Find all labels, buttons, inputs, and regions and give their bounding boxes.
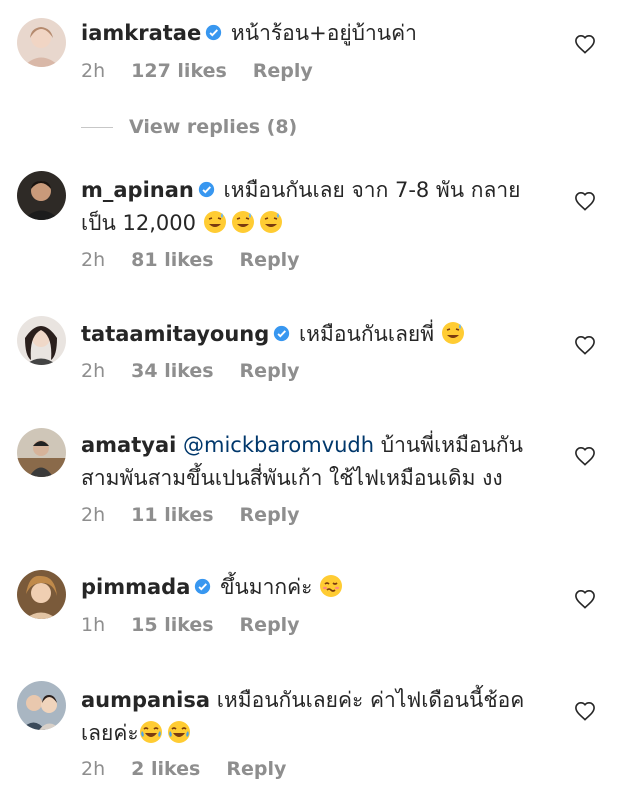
comment-meta: 2h 11 likes Reply <box>81 504 326 526</box>
comment-meta: 1h 15 likes Reply <box>81 614 326 636</box>
avatar[interactable] <box>17 18 66 67</box>
comment-body-line2: สามพันสามขึ้นเปนสี่พันเก้า ใช้ไฟเหมือนเด… <box>81 466 503 490</box>
comment-text: aumpanisa เหมือนกันเลยค่ะ ค่าไฟเดือนนี้ช… <box>81 684 559 750</box>
likes-count[interactable]: 15 likes <box>131 614 213 636</box>
comment-body: เหมือนกันเลยพี่ <box>298 322 435 346</box>
comment-body-line2: เป็น 12,000 <box>81 211 197 235</box>
likes-count[interactable]: 11 likes <box>131 504 213 526</box>
comment-body: ขึ้นมากค่ะ <box>220 575 313 599</box>
username[interactable]: m_apinan <box>81 178 194 202</box>
avatar[interactable] <box>17 316 66 365</box>
avatar[interactable] <box>17 171 66 220</box>
comment-text: tataamitayoung เหมือนกันเลยพี่ <box>81 318 559 351</box>
reply-button[interactable]: Reply <box>253 60 313 82</box>
comment-meta: 2h 2 likes Reply <box>81 758 312 780</box>
avatar[interactable] <box>17 681 66 730</box>
username[interactable]: pimmada <box>81 575 190 599</box>
comment-text: amatyai @mickbaromvudh บ้านพี่เหมือนกัน … <box>81 429 559 495</box>
comment-meta: 2h 81 likes Reply <box>81 249 326 271</box>
comment-body-line2: เลยค่ะ <box>81 721 139 745</box>
mention-link[interactable]: @mickbaromvudh <box>183 433 374 457</box>
reply-button[interactable]: Reply <box>240 249 300 271</box>
username[interactable]: tataamitayoung <box>81 322 269 346</box>
comment-meta: 2h 34 likes Reply <box>81 360 326 382</box>
reply-button[interactable]: Reply <box>240 504 300 526</box>
view-replies-button[interactable]: View replies (8) <box>81 116 297 138</box>
timestamp: 2h <box>81 249 106 271</box>
heart-outline-icon[interactable] <box>574 335 596 355</box>
timestamp: 2h <box>81 758 106 780</box>
verified-badge-icon <box>198 181 215 198</box>
likes-count[interactable]: 2 likes <box>131 758 200 780</box>
view-replies-label: View replies (8) <box>129 116 298 138</box>
timestamp: 2h <box>81 360 106 382</box>
heart-outline-icon[interactable] <box>574 34 596 54</box>
verified-badge-icon <box>206 24 222 41</box>
reply-button[interactable]: Reply <box>240 614 300 636</box>
comment-body: บ้านพี่เหมือนกัน <box>380 433 523 457</box>
comment-body: หน้าร้อน+อยู่บ้านค่า <box>230 21 417 45</box>
likes-count[interactable]: 34 likes <box>131 360 213 382</box>
timestamp: 2h <box>81 60 106 82</box>
heart-outline-icon[interactable] <box>574 701 596 721</box>
divider-line <box>81 126 113 128</box>
username[interactable]: aumpanisa <box>81 688 210 712</box>
username[interactable]: amatyai <box>81 433 176 457</box>
verified-badge-icon <box>274 325 290 342</box>
heart-outline-icon[interactable] <box>574 191 596 211</box>
sweat-smile-emoji-icon <box>231 211 254 233</box>
timestamp: 2h <box>81 504 106 526</box>
verified-badge-icon <box>195 578 211 595</box>
sweat-smile-emoji-icon <box>259 211 282 233</box>
sweat-smile-emoji-icon <box>203 211 226 233</box>
comment-meta: 2h 127 likes Reply <box>81 60 339 82</box>
tears-of-joy-emoji-icon <box>139 721 162 743</box>
comment-text: m_apinan เหมือนกันเลย จาก 7-8 พัน กลาย เ… <box>81 174 559 240</box>
comment-text: pimmada ขึ้นมากค่ะ <box>81 571 559 604</box>
heart-outline-icon[interactable] <box>574 446 596 466</box>
reply-button[interactable]: Reply <box>226 758 286 780</box>
avatar[interactable] <box>17 570 66 619</box>
avatar[interactable] <box>17 428 66 477</box>
reply-button[interactable]: Reply <box>240 360 300 382</box>
comment-text: iamkratae หน้าร้อน+อยู่บ้านค่า <box>81 17 559 50</box>
heart-outline-icon[interactable] <box>574 589 596 609</box>
tears-of-joy-emoji-icon <box>167 721 190 743</box>
timestamp: 1h <box>81 614 106 636</box>
woozy-face-emoji-icon <box>320 575 343 597</box>
comment-body: เหมือนกันเลยค่ะ ค่าไฟเดือนนี้ช้อค <box>216 688 525 712</box>
comment-body: เหมือนกันเลย จาก 7-8 พัน กลาย <box>223 178 521 202</box>
likes-count[interactable]: 127 likes <box>131 60 227 82</box>
likes-count[interactable]: 81 likes <box>131 249 213 271</box>
sweat-smile-emoji-icon <box>441 322 464 344</box>
username[interactable]: iamkratae <box>81 21 201 45</box>
